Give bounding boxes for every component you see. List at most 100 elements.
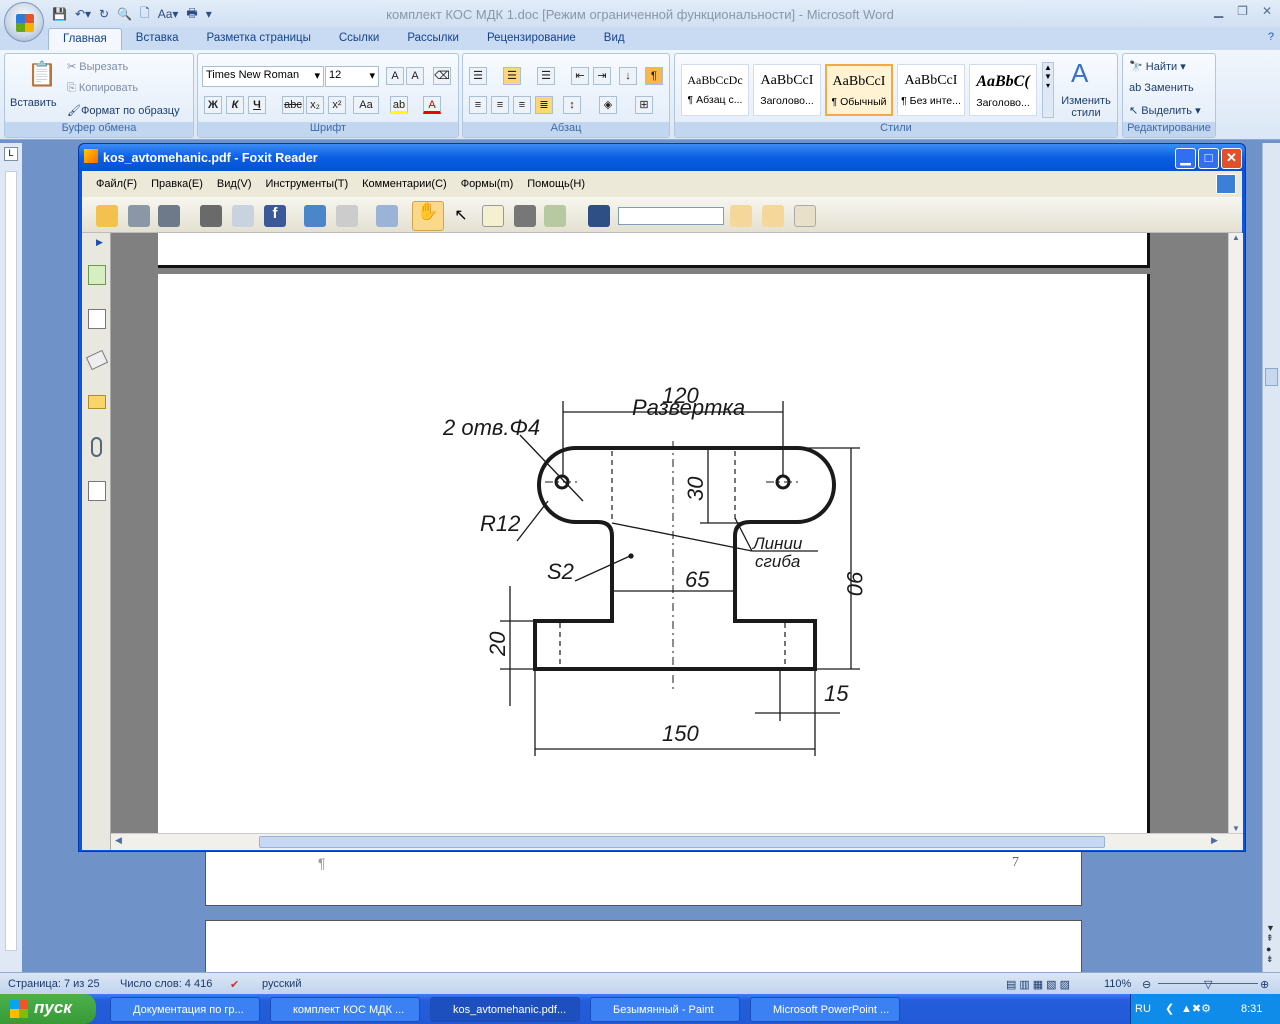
horizontal-scroll-thumb[interactable] — [259, 836, 1105, 848]
hand-tool-icon[interactable]: ✋ — [412, 201, 444, 231]
shading-icon[interactable]: ◈ — [599, 96, 617, 114]
new-doc-icon[interactable]: 🗋 — [140, 4, 150, 25]
tab-review[interactable]: Рецензирование — [473, 28, 590, 50]
paste-button[interactable]: Вставить — [10, 97, 57, 109]
save-icon[interactable]: 💾 — [52, 7, 67, 21]
search-input[interactable] — [618, 207, 724, 225]
text-select-icon[interactable] — [482, 205, 504, 227]
tab-view[interactable]: Вид — [590, 28, 639, 50]
styles-scroll[interactable]: ▲ ▼ ▾ — [1042, 62, 1054, 118]
signature-icon[interactable] — [88, 481, 106, 501]
menu-forms[interactable]: Формы(m) — [461, 178, 514, 190]
multilevel-list-icon[interactable]: ☰ — [537, 67, 555, 85]
typewriter-icon[interactable] — [544, 205, 566, 227]
foxit-maximize-button[interactable]: □ — [1198, 148, 1219, 169]
task-word[interactable]: комплект КОС МДК ... — [270, 997, 420, 1022]
tab-page-layout[interactable]: Разметка страницы — [193, 28, 325, 50]
tab-references[interactable]: Ссылки — [325, 28, 394, 50]
cut-button[interactable]: ✂ Вырезать — [67, 60, 128, 73]
menu-tools[interactable]: Инструменты(T) — [266, 178, 349, 190]
email-icon[interactable] — [232, 205, 254, 227]
sort-icon[interactable]: ↓ — [619, 67, 637, 85]
customize-qat-icon[interactable]: ▾ — [206, 7, 212, 21]
select-button[interactable]: ↖ Выделить ▾ — [1129, 104, 1201, 117]
language-indicator[interactable]: RU — [1135, 1003, 1151, 1015]
print-preview-icon[interactable]: 🔍 — [117, 7, 132, 21]
font-color-icon[interactable]: A — [423, 96, 441, 114]
foxit-close-button[interactable]: ✕ — [1221, 148, 1242, 169]
align-left-icon[interactable]: ≡ — [469, 96, 487, 114]
office-button[interactable] — [4, 2, 44, 42]
foxit-minimize-button[interactable]: ▁ — [1175, 148, 1196, 169]
save-all-icon[interactable] — [158, 205, 180, 227]
language[interactable]: русский — [262, 978, 301, 990]
zoom-level[interactable]: 110% — [1104, 978, 1131, 990]
layers-icon[interactable] — [85, 349, 109, 371]
task-folder[interactable]: Документация по гр... — [110, 997, 260, 1022]
attachments-icon[interactable] — [91, 437, 102, 457]
menu-help[interactable]: Помощь(H) — [527, 178, 585, 190]
shrink-font-icon[interactable]: A — [406, 67, 424, 85]
underline-button[interactable]: Ч — [248, 96, 266, 114]
font-name-select[interactable]: Times New Roman ▾ — [202, 66, 324, 87]
save-icon[interactable] — [128, 205, 150, 227]
replace-button[interactable]: ab Заменить — [1129, 82, 1194, 94]
tab-home[interactable]: Главная — [48, 28, 122, 50]
redo-icon[interactable]: ↻ — [99, 7, 109, 21]
snapshot-icon[interactable] — [514, 205, 536, 227]
tab-selector[interactable]: L — [4, 147, 18, 161]
find-next-icon[interactable] — [762, 205, 784, 227]
zoom-out-icon[interactable]: ⊖ — [1142, 978, 1151, 991]
close-button[interactable]: ✕ — [1262, 4, 1272, 18]
find-binoculars-icon[interactable] — [588, 205, 610, 227]
menu-edit[interactable]: Правка(E) — [151, 178, 203, 190]
fullscreen-icon[interactable] — [1216, 174, 1236, 194]
line-spacing-icon[interactable]: ↕ — [563, 96, 581, 114]
justify-icon[interactable]: ≣ — [535, 96, 553, 114]
decrease-indent-icon[interactable]: ⇤ — [571, 67, 589, 85]
grow-font-icon[interactable]: A — [386, 67, 404, 85]
menu-file[interactable]: Файл(F) — [96, 178, 137, 190]
italic-button[interactable]: К — [226, 96, 244, 114]
tab-insert[interactable]: Вставка — [122, 28, 193, 50]
show-marks-icon[interactable]: ¶ — [645, 67, 663, 85]
style-item-selected[interactable]: AaBbCcI ¶ Обычный — [825, 64, 893, 116]
change-styles-button[interactable]: Изменить стили — [1061, 95, 1111, 119]
clear-format-icon[interactable]: ⌫ — [433, 67, 451, 85]
bullets-icon[interactable]: ☰ — [469, 67, 487, 85]
restore-button[interactable]: ❐ — [1237, 4, 1248, 18]
align-right-icon[interactable]: ≡ — [513, 96, 531, 114]
find-button[interactable]: 🔭 Найти ▾ — [1129, 60, 1186, 73]
numbering-icon[interactable]: ☰ — [503, 67, 521, 85]
expand-panel-icon[interactable]: ▶ — [96, 237, 103, 248]
bookmarks-icon[interactable] — [88, 265, 106, 285]
change-case-button[interactable]: Aa — [353, 96, 379, 114]
style-item[interactable]: AaBbCcDc ¶ Абзац с... — [681, 64, 749, 116]
undo-icon[interactable]: ↶▾ — [75, 7, 91, 21]
zoom-glass-icon[interactable] — [336, 205, 358, 227]
minimize-button[interactable]: ▁ — [1214, 4, 1223, 18]
style-item[interactable]: AaBbCcI Заголово... — [753, 64, 821, 116]
tray-icons[interactable]: ▲✖⚙ — [1181, 1002, 1211, 1015]
word-count[interactable]: Число слов: 4 416 — [120, 978, 212, 990]
font-case-icon[interactable]: Aa▾ — [158, 7, 179, 21]
find-prev-icon[interactable] — [730, 205, 752, 227]
comments-icon[interactable] — [88, 395, 106, 409]
monitor-icon[interactable] — [304, 205, 326, 227]
zoom-in-icon[interactable]: ⊕ — [1260, 978, 1269, 991]
pages-thumbnail-icon[interactable] — [88, 309, 106, 329]
subscript-button[interactable]: x₂ — [306, 96, 324, 114]
style-item[interactable]: AaBbCcI ¶ Без инте... — [897, 64, 965, 116]
pdf-vertical-scrollbar[interactable]: ▲ ▼ — [1228, 233, 1243, 833]
view-buttons[interactable]: ▤▥▦▧▨ — [1006, 978, 1073, 991]
print-icon[interactable]: 🖶 — [186, 4, 197, 25]
copy-button[interactable]: ⎘ Копировать — [67, 82, 138, 95]
task-powerpoint[interactable]: Microsoft PowerPoint ... — [750, 997, 900, 1022]
task-foxit[interactable]: kos_avtomehanic.pdf... — [430, 997, 580, 1022]
highlight-icon[interactable]: ab — [390, 96, 408, 114]
help-icon[interactable]: ? — [1268, 31, 1274, 43]
menu-view[interactable]: Вид(V) — [217, 178, 252, 190]
tab-mailings[interactable]: Рассылки — [393, 28, 473, 50]
style-item[interactable]: AaBbC(Заголово... — [969, 64, 1037, 116]
facebook-icon[interactable]: f — [264, 205, 286, 227]
